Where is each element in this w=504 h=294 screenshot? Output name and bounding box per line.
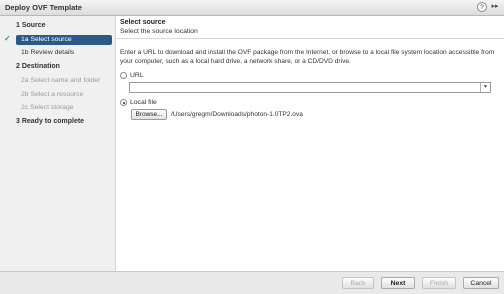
url-input[interactable]: ▼ [129, 82, 491, 93]
substep-review-details[interactable]: 1b Review details [21, 49, 74, 56]
checkmark-icon: ✓ [4, 34, 11, 43]
title-bar-icons: ? ▸▸ [477, 2, 500, 12]
browse-button[interactable]: Browse... [131, 109, 167, 120]
local-file-radio-label: Local file [130, 99, 157, 106]
finish-button[interactable]: Finish [422, 277, 456, 289]
local-file-radio[interactable] [120, 99, 127, 106]
substep-select-storage: 2c Select storage [21, 104, 74, 111]
selected-file-path: /Users/gregm/Downloads/photon-1.0TP2.ova [171, 111, 303, 118]
title-bar: Deploy OVF Template ? ▸▸ [0, 0, 504, 16]
url-radio[interactable] [120, 72, 127, 79]
help-icon[interactable]: ? [477, 2, 487, 12]
chevron-down-icon[interactable]: ▼ [480, 83, 490, 92]
page-title: Select source [120, 19, 166, 26]
wizard-sidebar: 1 Source ✓ 1a Select source 1b Review de… [0, 16, 116, 271]
main-panel: Select source Select the source location… [116, 16, 504, 271]
page-subtitle: Select the source location [120, 28, 198, 35]
step-source: 1 Source [16, 22, 46, 29]
substep-select-source[interactable]: 1a Select source [16, 35, 112, 45]
header-divider [116, 38, 504, 39]
url-radio-label: URL [130, 72, 144, 79]
step-destination: 2 Destination [16, 63, 60, 70]
window-title: Deploy OVF Template [5, 3, 82, 12]
expand-icon[interactable]: ▸▸ [490, 2, 500, 12]
wizard-footer: Back Next Finish Cancel [0, 271, 504, 294]
cancel-button[interactable]: Cancel [463, 277, 499, 289]
substep-select-resource: 2b Select a resource [21, 91, 84, 98]
substep-select-name-folder: 2a Select name and folder [21, 77, 101, 84]
next-button[interactable]: Next [381, 277, 415, 289]
source-description: Enter a URL to download and install the … [120, 49, 495, 65]
step-ready-to-complete: 3 Ready to complete [16, 118, 85, 125]
back-button[interactable]: Back [342, 277, 374, 289]
